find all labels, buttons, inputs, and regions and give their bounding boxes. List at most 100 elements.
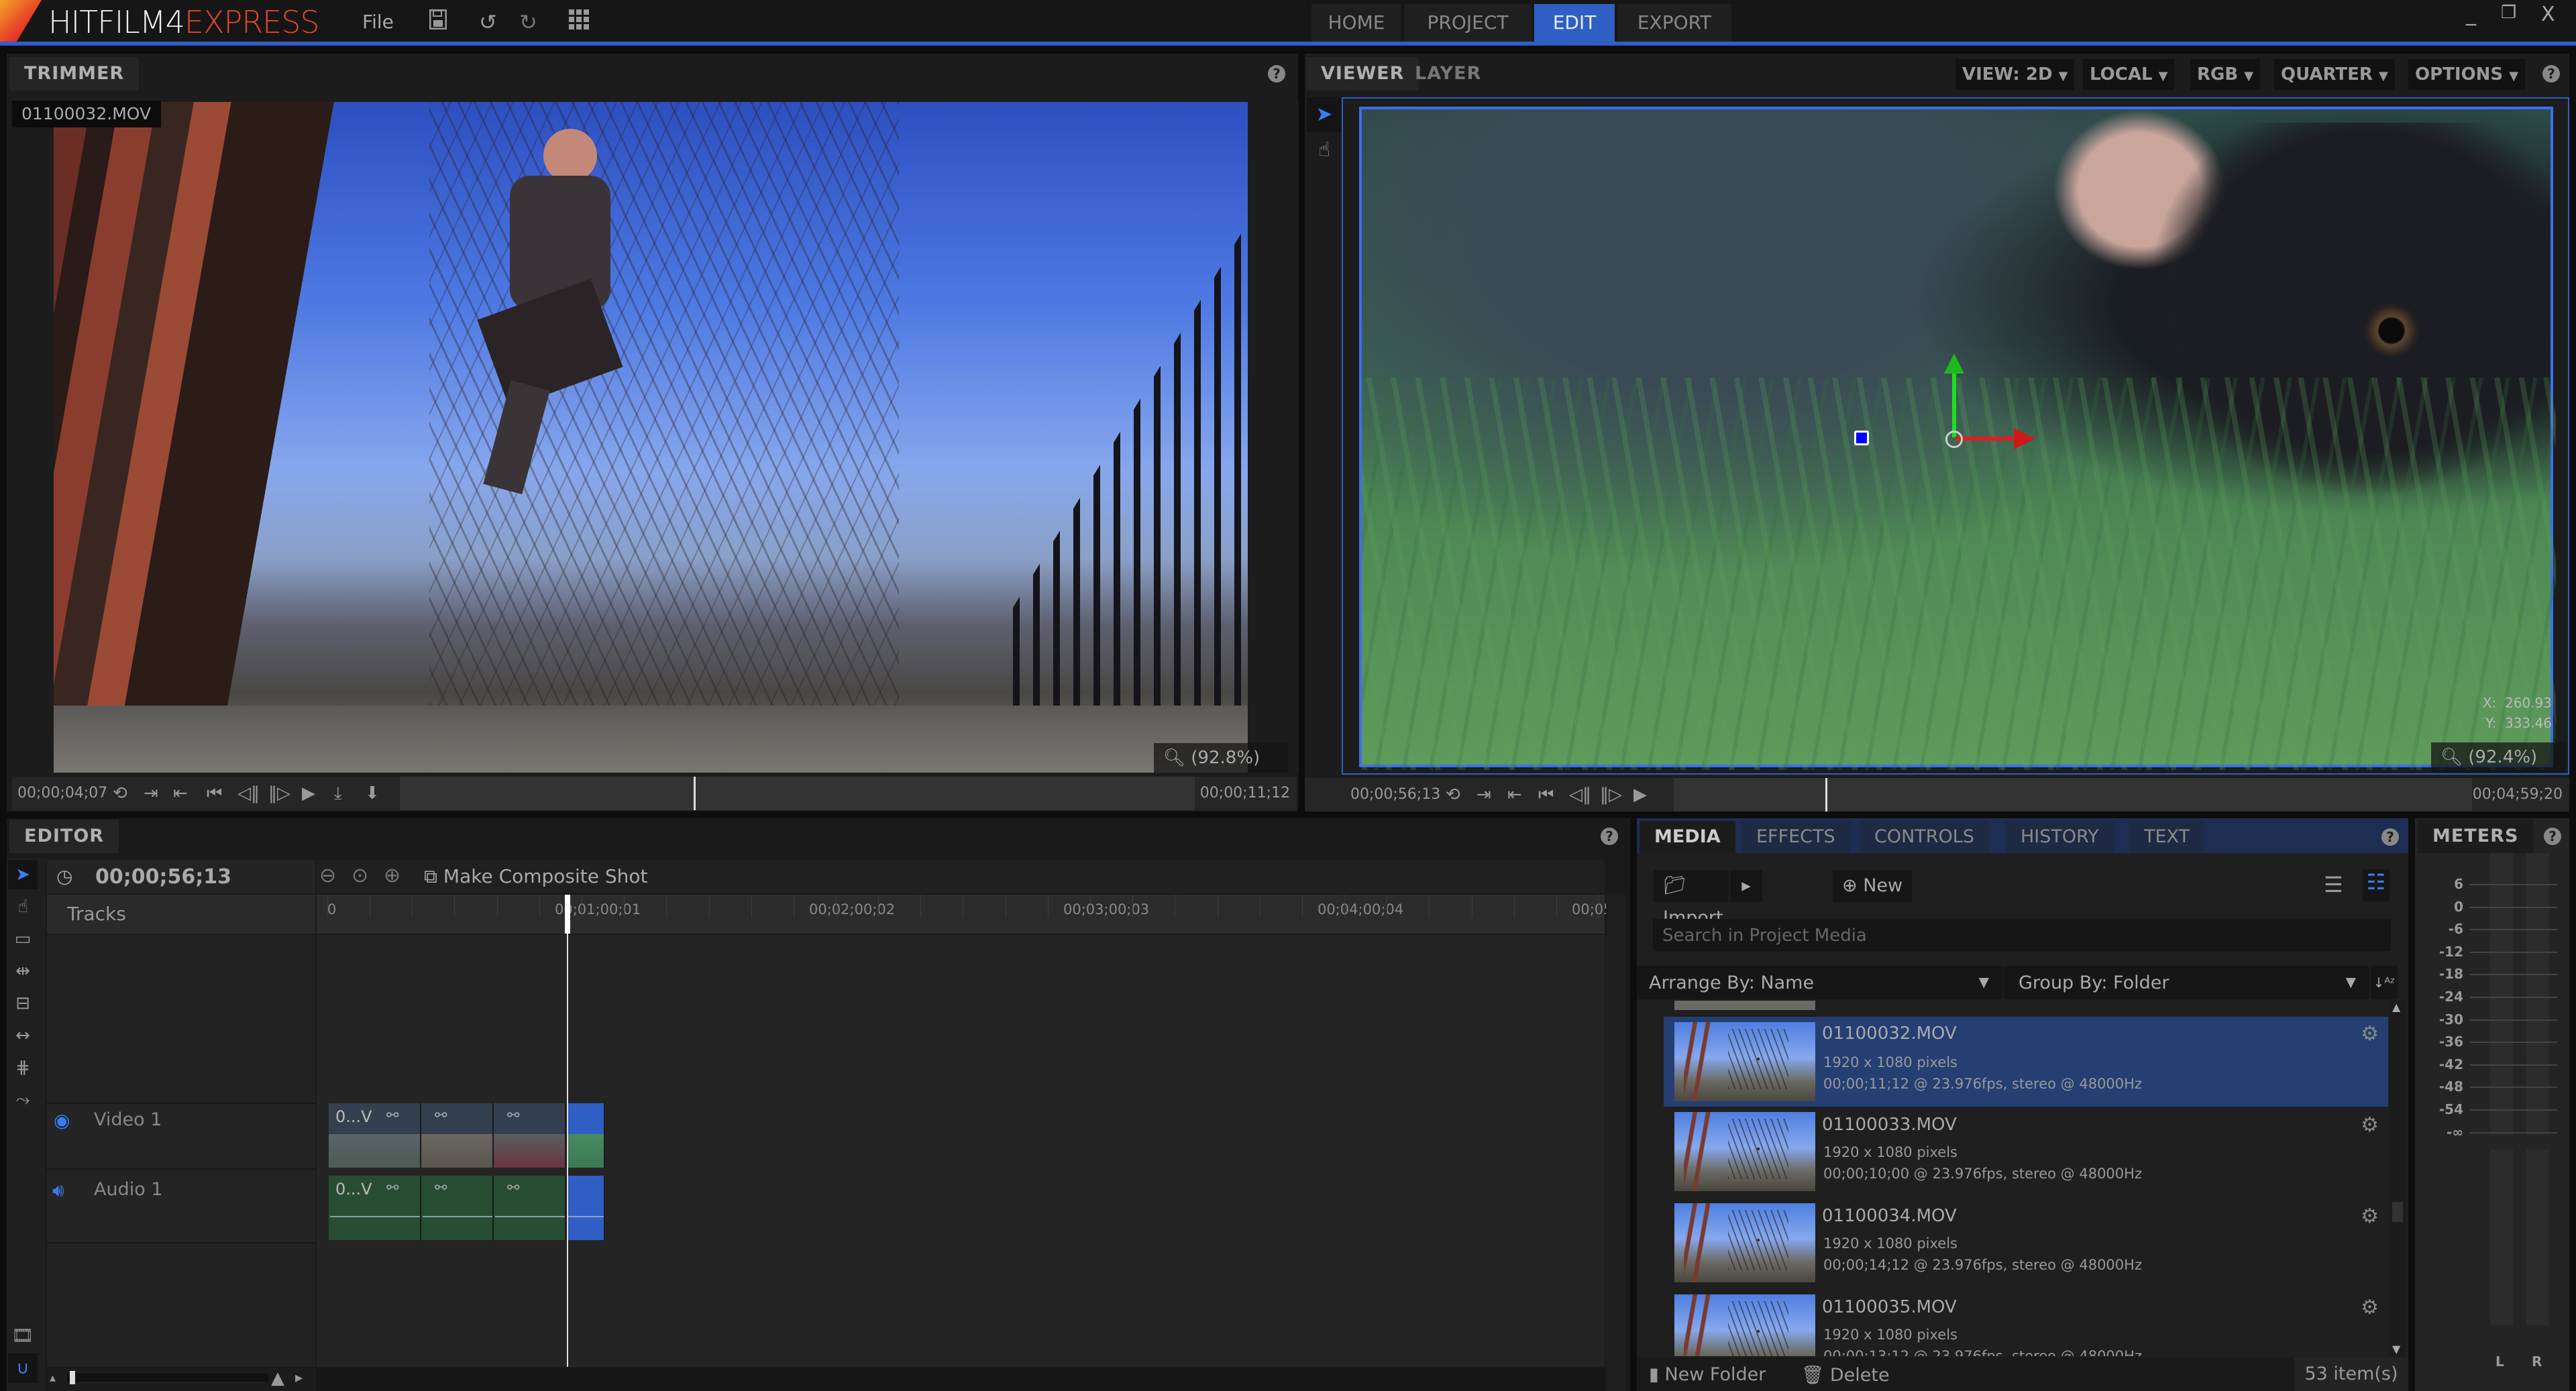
hand-tool-icon[interactable]: ☝ [8, 892, 38, 922]
file-menu[interactable]: File [362, 11, 394, 33]
rate-stretch-tool-icon[interactable]: ⤳ [8, 1085, 38, 1115]
media-item[interactable]: 01100034.MOV 1920 x 1080 pixels 00;00;14… [1664, 1199, 2388, 1285]
go-to-start-icon[interactable]: ⏮ [1538, 785, 1554, 805]
nav-tab-edit[interactable]: EDIT [1534, 4, 1615, 42]
tab-history[interactable]: HISTORY [2006, 821, 2114, 853]
loop-icon[interactable]: ⟲ [113, 783, 127, 803]
gizmo-x-axis[interactable] [1955, 437, 2023, 441]
viewer-playhead[interactable] [1825, 778, 1827, 812]
tab-media[interactable]: MEDIA [1640, 821, 1735, 853]
workspace-grid-icon[interactable] [569, 9, 589, 35]
gizmo-center-icon[interactable] [1945, 431, 1963, 448]
step-forward-icon[interactable]: ‖▷ [1600, 785, 1622, 805]
scroll-right-icon[interactable]: ▸ [295, 1370, 303, 1386]
roll-tool-icon[interactable]: ⋕ [8, 1053, 38, 1082]
audio-clip[interactable]: ⚯ [421, 1176, 494, 1240]
mark-in-icon[interactable]: ⇥ [1477, 785, 1491, 805]
group-by-dropdown[interactable]: Group By: Folder ▼ [2004, 966, 2369, 999]
video-clip[interactable]: 0...V ⚯ [329, 1103, 421, 1168]
help-icon[interactable]: ? [2542, 65, 2560, 82]
import-submenu-arrow-icon[interactable]: ▸ [1730, 870, 1762, 902]
film-strip-icon[interactable]: 🎞︎ [8, 1321, 38, 1351]
gear-icon[interactable]: ⚙ [2361, 1022, 2379, 1046]
new-folder-button[interactable]: ▮ New Folder [1649, 1364, 1766, 1385]
help-icon[interactable]: ? [1601, 828, 1618, 845]
import-button[interactable]: 📁︎ Import... [1654, 870, 1740, 928]
gizmo-y-arrow-icon[interactable] [1944, 353, 1964, 374]
track-audio-speaker-icon[interactable]: 🔊︎ [52, 1179, 64, 1202]
viewer-scrub-bar[interactable] [1674, 778, 2472, 812]
viewer-canvas[interactable]: X: 260.93 Y: 333.46 🔍︎ (92.4%) ▼ [1342, 97, 2569, 775]
channel-dropdown[interactable]: RGB ▼ [2190, 59, 2261, 90]
timeline-horizontal-scrollbar[interactable] [317, 1368, 1605, 1391]
play-icon[interactable]: ▶ [302, 783, 315, 803]
help-icon[interactable]: ? [1268, 65, 1285, 82]
timeline-zoom-slider[interactable]: ▴ ▲ ▸ [47, 1368, 315, 1391]
tab-controls[interactable]: CONTROLS [1860, 821, 1989, 853]
audio-clip[interactable]: 0...V ⚯ [329, 1176, 421, 1240]
scroll-up-icon[interactable]: ▲ [2392, 1001, 2400, 1013]
nav-tab-project[interactable]: PROJECT [1404, 4, 1532, 42]
viewer-select-tool-icon[interactable]: ➤ [1307, 97, 1342, 132]
media-list-scrollbar[interactable]: ▲ ▼ [2390, 1001, 2406, 1356]
mark-out-icon[interactable]: ⇤ [173, 783, 188, 803]
close-button[interactable]: X [2541, 3, 2555, 26]
gear-icon[interactable]: ⚙ [2361, 1205, 2379, 1228]
mark-in-icon[interactable]: ⇥ [144, 783, 158, 803]
track-visibility-eye-icon[interactable]: ◉ [54, 1109, 70, 1131]
overwrite-icon[interactable]: ⬇ [365, 783, 380, 803]
step-back-icon[interactable]: ◁‖ [237, 783, 260, 803]
razor-tool-icon[interactable]: ▭ [8, 924, 38, 954]
audio-clip-selected[interactable] [567, 1176, 605, 1240]
tab-text[interactable]: TEXT [2129, 821, 2205, 853]
new-button[interactable]: ⊕ New [1833, 870, 1913, 902]
loop-icon[interactable]: ⟲ [1446, 785, 1460, 805]
arrange-by-dropdown[interactable]: Arrange By: Name ▼ [1637, 966, 2002, 999]
resolution-dropdown[interactable]: QUARTER ▼ [2274, 59, 2395, 90]
tab-meters[interactable]: METERS [2418, 820, 2534, 853]
gizmo-x-arrow-icon[interactable] [2014, 428, 2035, 449]
gizmo-y-axis[interactable] [1952, 367, 1956, 437]
insert-icon[interactable]: ⤓ [334, 783, 342, 804]
save-icon[interactable] [429, 9, 447, 35]
go-to-start-icon[interactable]: ⏮ [207, 783, 222, 804]
play-icon[interactable]: ▶ [1633, 785, 1647, 805]
undo-icon[interactable]: ↺ [479, 9, 497, 35]
timeline-vertical-scrollbar[interactable] [1606, 895, 1626, 1391]
zoom-out-icon[interactable]: ▴ [50, 1371, 56, 1385]
viewer-hand-tool-icon[interactable]: ☝ [1307, 133, 1342, 168]
help-icon[interactable]: ? [2544, 828, 2561, 845]
next-edit-icon[interactable]: ⊕ [384, 864, 400, 887]
redo-icon[interactable]: ↻ [519, 9, 537, 35]
trimmer-scrub-bar[interactable] [400, 777, 1195, 810]
viewer-zoom-dropdown[interactable]: 🔍︎ (92.4%) ▼ [2431, 742, 2565, 772]
editor-timecode[interactable]: 00;00;56;13 [95, 865, 231, 889]
trimmer-playhead[interactable] [694, 777, 696, 810]
delete-button[interactable]: 🗑︎ Delete [1801, 1364, 1890, 1386]
zoom-slider-handle[interactable] [70, 1371, 75, 1384]
step-forward-icon[interactable]: ‖▷ [268, 783, 290, 803]
options-dropdown[interactable]: OPTIONS ▼ [2408, 59, 2526, 90]
video-clip[interactable]: ⚯ [421, 1103, 494, 1168]
tab-trimmer[interactable]: TRIMMER [9, 57, 140, 91]
media-item[interactable]: 01100033.MOV 1920 x 1080 pixels 00;00;10… [1664, 1108, 2388, 1194]
snap-magnet-icon[interactable]: ∪ [8, 1353, 38, 1383]
gear-icon[interactable]: ⚙ [2361, 1296, 2379, 1319]
zoom-in-icon[interactable]: ▲ [271, 1368, 284, 1388]
restore-button[interactable]: ❐ [2501, 3, 2516, 23]
tab-effects[interactable]: EFFECTS [1741, 821, 1850, 853]
nav-tab-export[interactable]: EXPORT [1617, 4, 1731, 42]
slide-tool-icon[interactable]: ⊟ [8, 989, 38, 1018]
gear-icon[interactable]: ⚙ [2361, 1113, 2379, 1137]
trimmer-video-area[interactable]: 01100032.MOV 🔍︎ (92.8%) ▼ [12, 101, 1299, 773]
list-view-icon[interactable]: ☰ [2324, 872, 2343, 897]
timeline-ruler[interactable]: 0 00;01;00;01 00;02;00;02 00;03;00;03 00;04;… [317, 895, 1626, 934]
tab-editor[interactable]: EDITOR [9, 820, 119, 853]
select-tool-icon[interactable]: ➤ [8, 860, 38, 889]
media-search-input[interactable]: Search in Project Media [1653, 919, 2391, 951]
minimize-button[interactable]: _ [2466, 3, 2476, 26]
media-item[interactable]: 01100032.MOV 1920 x 1080 pixels 00;00;11… [1664, 1017, 2388, 1107]
mark-out-icon[interactable]: ⇤ [1507, 785, 1522, 805]
make-composite-shot-button[interactable]: ⧉ Make Composite Shot [424, 865, 648, 888]
slip-tool-icon[interactable]: ⇹ [8, 956, 38, 986]
